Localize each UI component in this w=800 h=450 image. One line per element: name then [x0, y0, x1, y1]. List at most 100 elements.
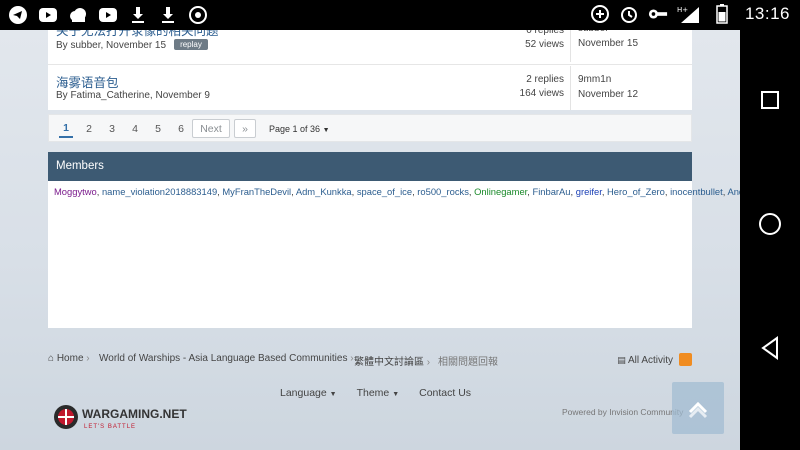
scroll-to-top-button[interactable] [672, 382, 724, 434]
topic-row[interactable]: 关于无法打开录像的相关问题 By subber, November 15 repl… [48, 30, 692, 64]
member-link[interactable]: greifer [576, 186, 602, 197]
pagination: 1 2 3 4 5 6 Next » Page 1 of 36 ▼ [48, 114, 692, 142]
member-link[interactable]: space_of_ice [357, 186, 412, 197]
member-link[interactable]: MyFranTheDevil [222, 186, 291, 197]
last-post: 9mm1n November 12 [578, 72, 638, 102]
chevron-right-icon: › [86, 353, 90, 364]
breadcrumb-current: 相關問題回報 [438, 357, 498, 368]
activity-icon: ▤ [617, 355, 626, 365]
next-page-button[interactable]: Next [192, 119, 230, 138]
topic-tag[interactable]: replay [174, 39, 208, 50]
page-info-text: Page 1 of 36 [269, 124, 321, 134]
page-2-link[interactable]: 2 [82, 119, 96, 138]
member-link[interactable]: Moggytwo [54, 186, 97, 197]
breadcrumb: ⌂ Home › World of Warships - Asia Langua… [48, 353, 692, 369]
column-divider [570, 30, 571, 62]
member-link[interactable]: Adm_Kunkka [296, 186, 352, 197]
page-1-link[interactable]: 1 [59, 119, 73, 138]
caret-down-icon: ▼ [392, 391, 400, 398]
breadcrumb-item-label: World of Warships - Asia Language Based … [99, 353, 348, 364]
all-activity-link[interactable]: ▤ All Activity [617, 353, 692, 366]
network-type: H+ [677, 6, 688, 14]
reply-count: 2 replies [526, 74, 564, 85]
battery-icon [712, 3, 732, 25]
vpn-key-icon [648, 3, 668, 25]
member-link[interactable]: Hero_of_Zero [607, 186, 665, 197]
youtube-icon [98, 4, 118, 26]
topic-stats: 2 replies 164 views [474, 73, 564, 101]
member-link[interactable]: FinbarAu [532, 186, 570, 197]
view-count: 52 views [525, 39, 564, 50]
topic-author-text[interactable]: By subber, November 15 [56, 40, 166, 51]
members-list: Moggytwo, name_violation2018883149, MyFr… [54, 185, 740, 199]
row-divider [48, 64, 692, 65]
last-post-date: November 12 [578, 89, 639, 100]
page-4-link[interactable]: 4 [128, 119, 142, 138]
topic-author: By subber, November 15 replay [56, 39, 208, 51]
clock: 13:16 [744, 4, 790, 23]
last-post-date: November 15 [578, 38, 639, 49]
logo-tagline: LET'S BATTLE [84, 424, 136, 430]
reply-count: 0 replies [526, 30, 564, 36]
signal-icon: H+ [677, 3, 703, 25]
page-jump-dropdown[interactable]: Page 1 of 36 ▼ [269, 124, 330, 134]
topic-title[interactable]: 关于无法打开录像的相关问题 [56, 30, 219, 39]
language-dropdown[interactable]: Language ▼ [280, 387, 337, 399]
all-activity-label: All Activity [627, 355, 673, 366]
breadcrumb-home[interactable]: ⌂ Home › [48, 353, 90, 364]
breadcrumb-home-label: Home [56, 353, 84, 364]
topic-stats: 0 replies 52 views [474, 30, 564, 52]
rss-icon[interactable] [679, 353, 692, 366]
member-link[interactable]: Onlinegamer [474, 186, 527, 197]
member-link[interactable]: AndersVolvker [727, 186, 740, 197]
wargaming-logo[interactable]: WARGAMING.NET LET'S BATTLE [52, 402, 202, 432]
home-icon: ⌂ [48, 353, 55, 364]
footer-links: Language ▼ Theme ▼ Contact Us [280, 387, 471, 399]
topic-list: 关于无法打开录像的相关问题 By subber, November 15 repl… [48, 30, 692, 110]
theme-dropdown[interactable]: Theme ▼ [357, 387, 400, 399]
topic-author[interactable]: By Fatima_Catherine, November 9 [56, 90, 210, 101]
chevron-right-icon: › [426, 357, 431, 368]
triangle-back-icon [761, 336, 778, 360]
member-link[interactable]: inocentbullet [670, 186, 723, 197]
theme-label: Theme [356, 387, 390, 399]
contact-us-link[interactable]: Contact Us [419, 387, 471, 399]
language-label: Language [280, 387, 327, 399]
last-page-button[interactable]: » [234, 119, 256, 138]
members-widget: Members Moggytwo, name_violation20188831… [48, 152, 740, 328]
wargaming-app-icon [188, 4, 208, 26]
breadcrumb-item[interactable]: World of Warships - Asia Language Based … [99, 353, 354, 364]
topic-title[interactable]: 海雾语音包 [56, 72, 119, 91]
member-link[interactable]: ro500_rocks [417, 186, 469, 197]
member-link[interactable]: name_violation2018883149 [102, 186, 217, 197]
page-3-link[interactable]: 3 [105, 119, 119, 138]
web-page[interactable]: 关于无法打开录像的相关问题 By subber, November 15 repl… [0, 30, 740, 450]
last-post: subber November 15 [578, 30, 638, 51]
breadcrumb-item[interactable]: 繁體中文討論區 › [354, 353, 430, 368]
breadcrumb-item-label: 繁體中文討論區 [354, 357, 424, 368]
page-5-link[interactable]: 5 [151, 119, 165, 138]
home-button[interactable] [754, 208, 786, 240]
back-button[interactable] [754, 332, 786, 364]
caret-down-icon: ▼ [329, 391, 337, 398]
android-navigation-bar [740, 30, 800, 450]
page-6-link[interactable]: 6 [174, 119, 188, 138]
last-post-user[interactable]: 9mm1n [578, 72, 638, 87]
powered-by-link[interactable]: Powered by Invision Community [562, 407, 683, 417]
logo-text: WARGAMING.NET [82, 407, 187, 421]
recents-button[interactable] [754, 84, 786, 116]
youtube-icon [38, 4, 58, 26]
circle-icon [759, 213, 781, 235]
download-icon [158, 4, 178, 26]
square-icon [761, 91, 779, 109]
members-title: Members [48, 152, 692, 181]
view-count: 164 views [519, 88, 564, 99]
column-divider [570, 66, 571, 110]
telegram-icon [8, 4, 28, 26]
caret-down-icon: ▼ [322, 127, 330, 134]
cloud-icon [68, 4, 88, 26]
data-saver-icon [590, 3, 610, 25]
topic-row[interactable]: 海雾语音包 By Fatima_Catherine, November 9 2 … [48, 66, 692, 110]
download-icon [128, 4, 148, 26]
android-status-bar: H+ 13:16 [0, 0, 800, 30]
